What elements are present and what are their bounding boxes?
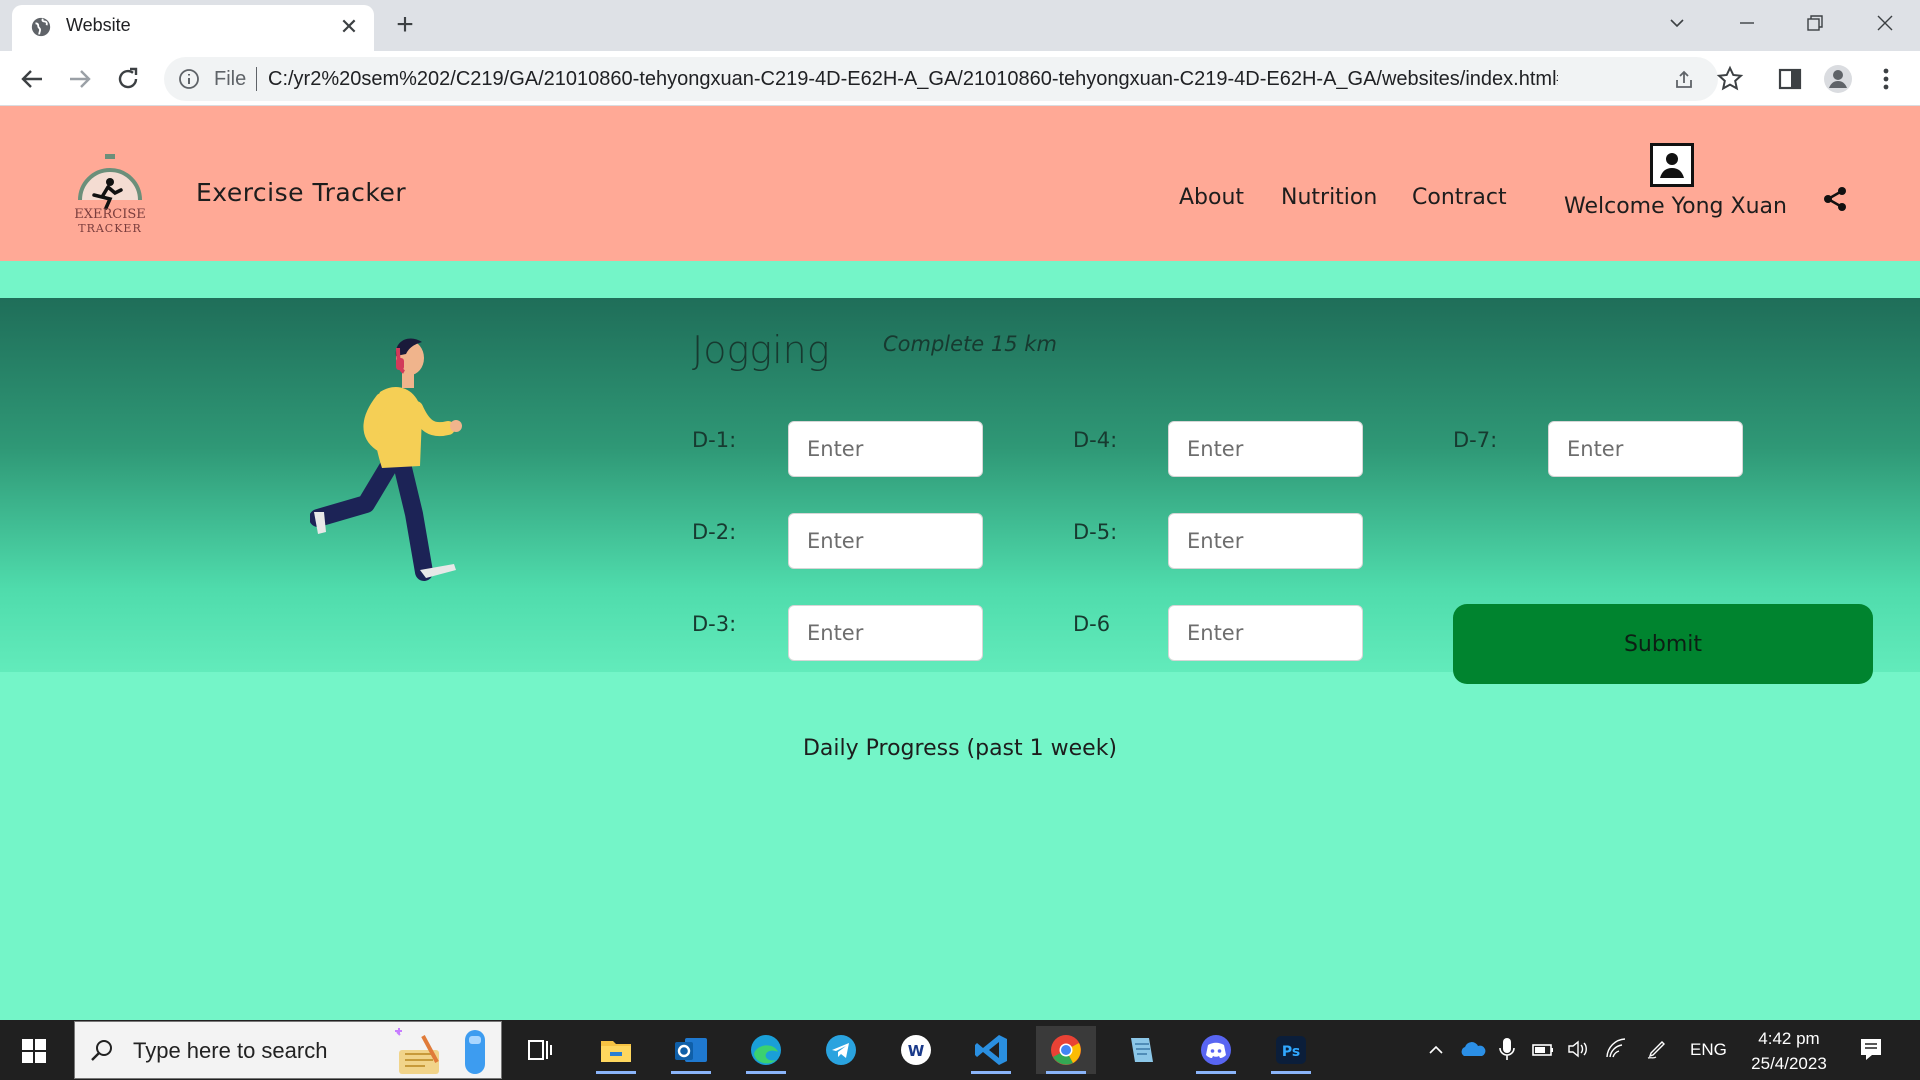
exercise-panel: Jogging Complete 15 km D-1: D-2: D-3: D-… [0,298,1920,684]
welcome-message: Welcome Yong Xuan [1564,194,1787,219]
side-panel-icon[interactable] [1774,63,1806,95]
new-tab-button[interactable]: + [388,8,422,42]
volume-icon[interactable] [1566,1038,1590,1060]
url-text[interactable]: C:/yr2%20sem%202/C219/GA/21010860-tehyon… [268,68,1558,91]
info-icon[interactable] [178,68,200,90]
browser-toolbar: File C:/yr2%20sem%202/C219/GA/21010860-t… [0,51,1920,106]
notepad-icon[interactable] [1111,1026,1171,1074]
search-icon [91,1040,112,1061]
wifi-icon[interactable] [1604,1038,1628,1060]
nav-about[interactable]: About [1179,185,1244,210]
windows-start-icon[interactable] [22,1039,46,1063]
logo-text-top: EXERCISE [74,207,146,222]
day-1-label: D-1: [692,428,737,452]
search-highlight-illustration [395,1028,485,1074]
logo-text-bottom: TRACKER [78,222,142,235]
day-1-input[interactable] [788,421,983,477]
clock[interactable]: 4:42 pm 25/4/2023 [1744,1026,1834,1076]
day-6-input[interactable] [1168,605,1363,661]
clock-time: 4:42 pm [1758,1029,1820,1048]
tab-search-chevron-icon[interactable] [1654,6,1700,40]
url-scheme-label: File [214,68,247,90]
reload-icon[interactable] [112,63,144,95]
minimize-icon[interactable] [1724,6,1770,40]
day-4-input[interactable] [1168,421,1363,477]
file-explorer-icon[interactable] [586,1026,646,1074]
profile-icon[interactable] [1650,143,1694,187]
day-3-input[interactable] [788,605,983,661]
address-bar[interactable]: File C:/yr2%20sem%202/C219/GA/21010860-t… [164,57,1718,101]
exercise-tracker-logo[interactable]: EXERCISE TRACKER [72,152,148,238]
share-icon[interactable] [1822,186,1848,212]
telegram-icon[interactable] [811,1026,871,1074]
restore-icon[interactable] [1792,6,1838,40]
browser-tabstrip: Website ✕ + [0,0,1920,51]
search-placeholder: Type here to search [133,1038,328,1063]
bookmark-star-icon[interactable] [1714,63,1746,95]
taskbar-search[interactable]: Type here to search [74,1021,502,1079]
close-window-icon[interactable] [1862,6,1908,40]
brand-name[interactable]: Exercise Tracker [196,178,406,207]
profile-avatar-icon[interactable] [1822,63,1854,95]
tab-close-icon[interactable]: ✕ [336,14,362,40]
day-7-input[interactable] [1548,421,1743,477]
battery-icon[interactable] [1530,1038,1556,1060]
day-5-label: D-5: [1073,520,1118,544]
language-indicator[interactable]: ENG [1690,1040,1727,1060]
day-3-label: D-3: [692,612,737,636]
onedrive-icon[interactable] [1460,1038,1486,1060]
svg-text:W: W [908,1042,925,1060]
progress-title: Daily Progress (past 1 week) [802,736,1118,761]
chrome-icon[interactable] [1036,1026,1096,1074]
notification-icon[interactable] [1858,1036,1884,1062]
pen-icon[interactable] [1646,1038,1668,1060]
more-menu-icon[interactable] [1870,63,1902,95]
browser-tab[interactable]: Website ✕ [12,5,374,51]
back-arrow-icon[interactable] [16,63,48,95]
exercise-title: Jogging [692,328,830,372]
day-6-label: D-6 [1073,612,1111,636]
share-page-icon[interactable] [1672,68,1696,92]
app-w-icon[interactable]: W [886,1026,946,1074]
submit-button[interactable]: Submit [1453,604,1873,684]
exercise-goal: Complete 15 km [883,332,1057,356]
clock-date: 25/4/2023 [1751,1054,1827,1073]
outlook-icon[interactable] [661,1026,721,1074]
svg-text:Ps: Ps [1282,1044,1300,1060]
nav-nutrition[interactable]: Nutrition [1281,185,1377,210]
url-separator [256,67,257,91]
day-7-label: D-7: [1453,428,1498,452]
day-5-input[interactable] [1168,513,1363,569]
day-2-input[interactable] [788,513,983,569]
section-spacer [0,261,1920,298]
runner-illustration [310,338,462,581]
site-header: EXERCISE TRACKER Exercise Tracker About … [0,106,1920,261]
edge-icon[interactable] [736,1026,796,1074]
forward-arrow-icon[interactable] [64,63,96,95]
day-4-label: D-4: [1073,428,1118,452]
vscode-icon[interactable] [961,1026,1021,1074]
taskbar: Type here to search W Ps ENG 4:42 pm 25/… [0,1020,1920,1080]
show-hidden-icons-chevron-icon[interactable] [1426,1040,1446,1060]
day-2-label: D-2: [692,520,737,544]
microphone-icon[interactable] [1498,1036,1516,1062]
task-view-icon[interactable] [510,1026,570,1074]
discord-icon[interactable] [1186,1026,1246,1074]
tab-title: Website [66,15,131,35]
globe-icon [31,17,51,37]
photoshop-icon[interactable]: Ps [1261,1026,1321,1074]
nav-contract[interactable]: Contract [1412,185,1507,210]
